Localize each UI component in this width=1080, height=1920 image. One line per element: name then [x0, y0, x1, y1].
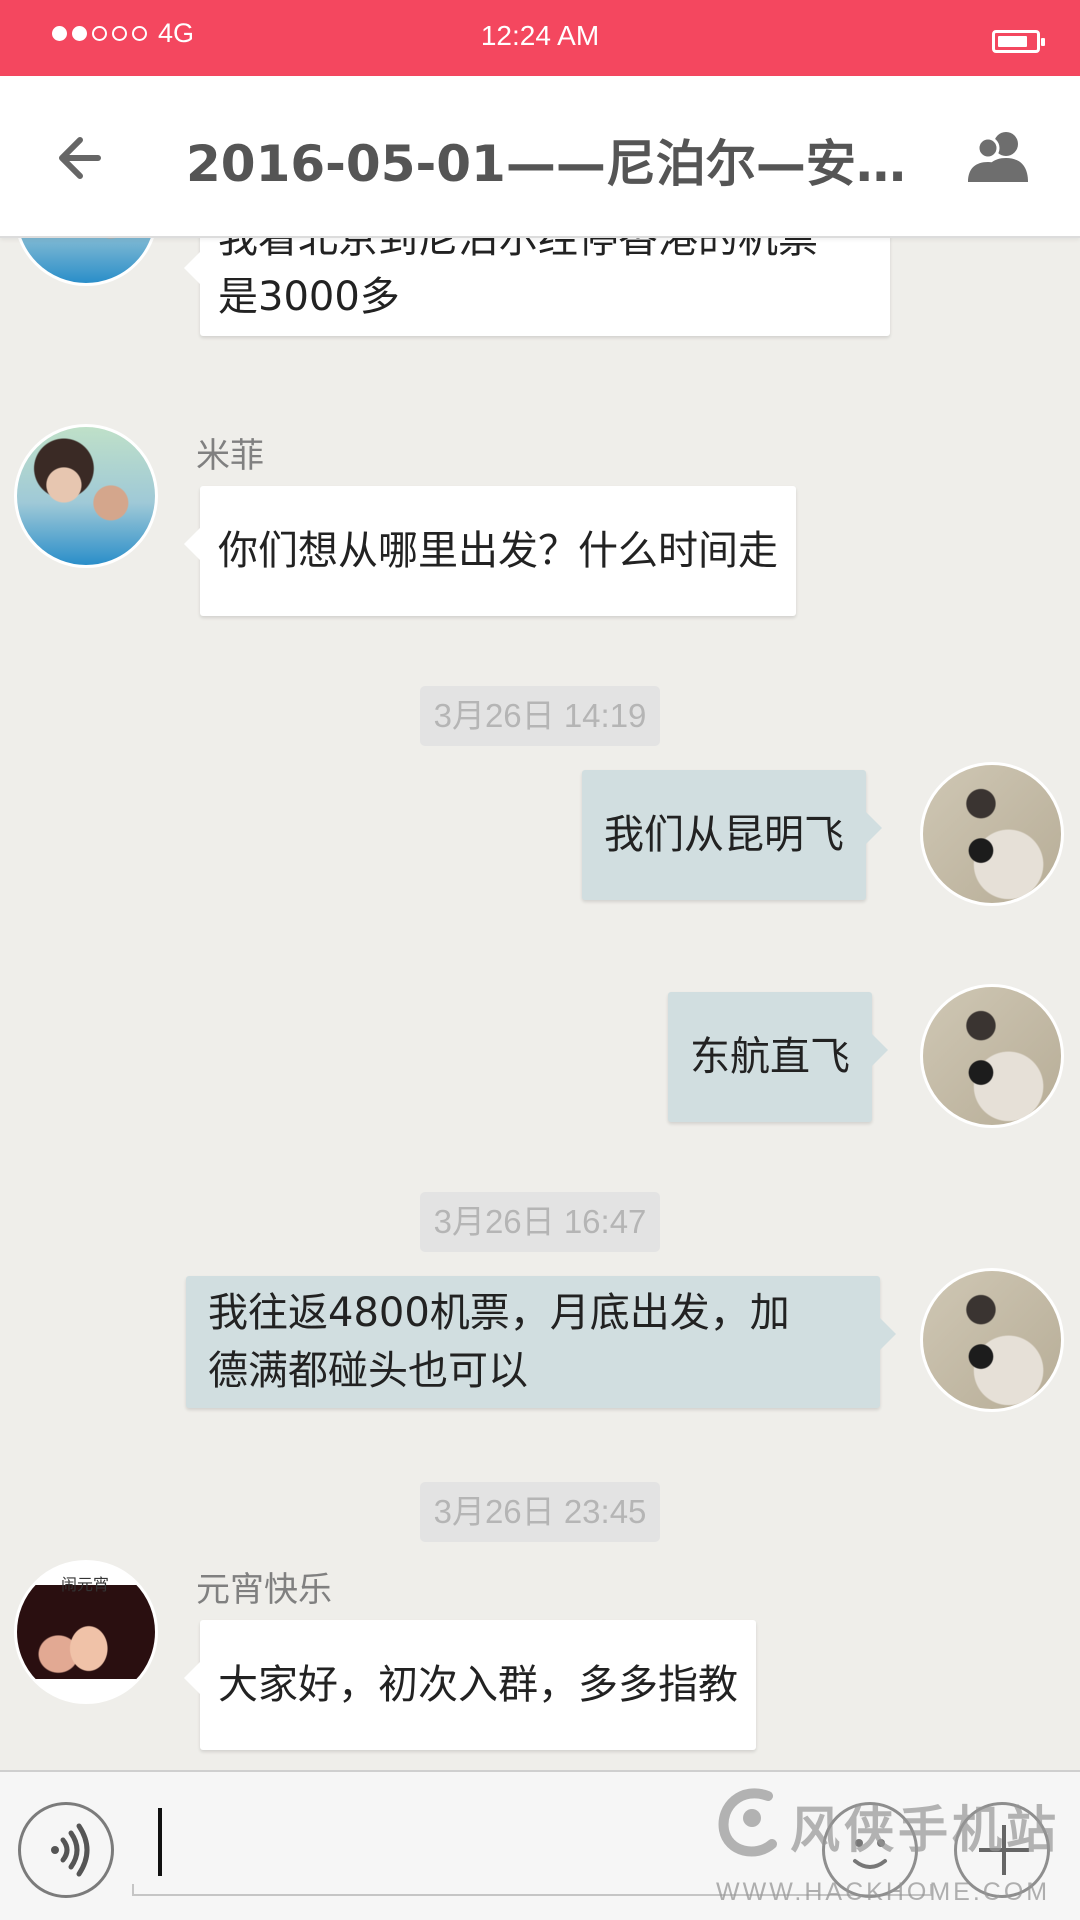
- timestamp: 3月26日 14:19: [420, 686, 660, 746]
- watermark-url: WWW.HACKHOME.COM: [716, 1878, 1051, 1906]
- avatar[interactable]: [920, 762, 1064, 906]
- sender-name: 米菲: [196, 436, 264, 476]
- chat-header: 2016-05-01——尼泊尔—安娜...: [0, 76, 1080, 238]
- message-list[interactable]: 我看北京到尼泊尔经停香港的机票 是3000多 米菲 你们想从哪里出发？什么时间走…: [0, 238, 1080, 1770]
- people-icon: [968, 132, 1028, 182]
- message-text: 大家好，初次入群，多多指教: [218, 1662, 738, 1708]
- avatar[interactable]: [920, 1268, 1064, 1412]
- message-text-line: 德满都碰头也可以: [208, 1348, 528, 1394]
- timestamp: 3月26日 23:45: [420, 1482, 660, 1542]
- watermark-logo-icon: [718, 1788, 777, 1857]
- group-members-button[interactable]: [968, 128, 1030, 184]
- message-bubble[interactable]: 我看北京到尼泊尔经停香港的机票 是3000多: [184, 238, 890, 336]
- message-text-line: 是3000多: [218, 274, 400, 320]
- status-time: 12:24 AM: [480, 20, 600, 51]
- avatar[interactable]: [14, 424, 158, 568]
- back-button[interactable]: [52, 128, 112, 188]
- message-bubble[interactable]: 我往返4800机票，月底出发，加 德满都碰头也可以: [186, 1276, 896, 1408]
- battery-level: [998, 36, 1027, 47]
- message-text-line: 我往返4800机票，月底出发，加: [208, 1290, 790, 1336]
- message-bubble[interactable]: 大家好，初次入群，多多指教: [184, 1620, 756, 1750]
- message-text: 东航直飞: [690, 1034, 850, 1080]
- sender-name: 元宵快乐: [196, 1570, 332, 1610]
- chat-title: 2016-05-01——尼泊尔—安娜...: [186, 135, 906, 193]
- avatar[interactable]: 闹元宵: [14, 1560, 158, 1704]
- watermark-text: 风侠手机站: [790, 1801, 1060, 1859]
- message-text: 你们想从哪里出发？什么时间走: [218, 528, 778, 574]
- message-text-line: 我看北京到尼泊尔经停香港的机票: [218, 238, 818, 262]
- avatar-logo-text: 闹元宵: [61, 1575, 110, 1594]
- arrow-left-icon: [59, 137, 101, 179]
- message-bubble[interactable]: 东航直飞: [668, 992, 888, 1122]
- message-bubble[interactable]: 你们想从哪里出发？什么时间走: [184, 486, 796, 616]
- message-text: 我们从昆明飞: [604, 812, 844, 858]
- voice-button[interactable]: [18, 1802, 114, 1898]
- avatar[interactable]: [14, 238, 158, 286]
- status-bar: 4G 12:24 AM: [0, 0, 1080, 76]
- text-cursor: [158, 1808, 162, 1876]
- message-bubble[interactable]: 我们从昆明飞: [582, 770, 882, 900]
- voice-icon: [51, 1823, 90, 1877]
- battery-icon: [992, 30, 1045, 53]
- timestamp: 3月26日 16:47: [420, 1192, 660, 1252]
- avatar[interactable]: [920, 984, 1064, 1128]
